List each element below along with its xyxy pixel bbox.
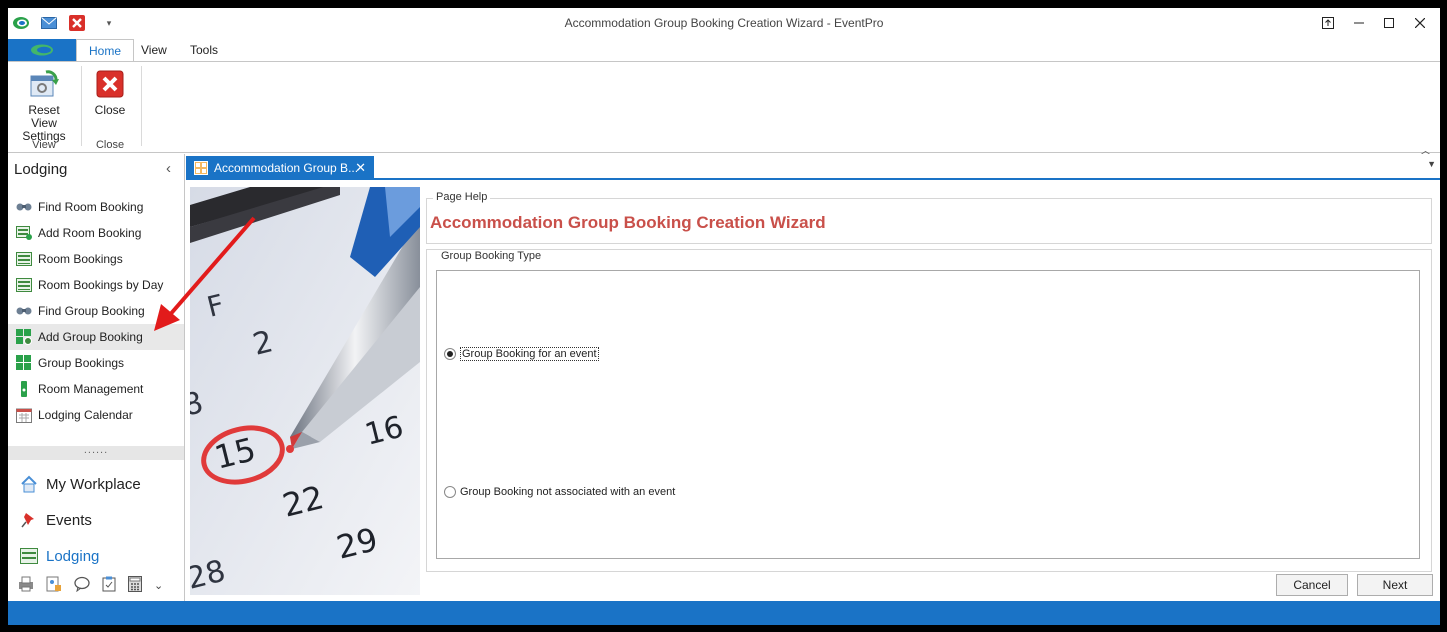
add-room-booking-icon [16, 225, 32, 241]
next-button[interactable]: Next [1357, 574, 1433, 596]
file-menu-button[interactable] [8, 39, 76, 61]
printer-icon[interactable] [18, 576, 34, 595]
sidebar-item-room-management[interactable]: Room Management [8, 376, 184, 402]
sidebar-item-add-room-booking[interactable]: Add Room Booking [8, 220, 184, 246]
sidebar-item-label: Find Room Booking [38, 200, 144, 214]
sidebar-item-label: Room Bookings by Day [38, 278, 164, 292]
module-label: Events [46, 511, 92, 529]
close-button-label: Close [94, 103, 126, 117]
app-window: ▾ Accommodation Group Booking Creation W… [8, 8, 1440, 625]
module-label: My Workplace [46, 475, 141, 493]
room-bookings-day-icon [16, 277, 32, 293]
file-menu-logo-icon [31, 44, 53, 56]
binoculars-icon [16, 199, 32, 215]
tab-home[interactable]: Home [76, 39, 135, 62]
window-title: Accommodation Group Booking Creation Wiz… [564, 16, 884, 30]
options-panel [436, 270, 1420, 559]
radio-group-booking-no-event[interactable]: Group Booking not associated with an eve… [444, 486, 675, 498]
module-lodging[interactable]: Lodging [8, 538, 184, 574]
chat-icon[interactable] [74, 576, 90, 595]
lodging-icon [18, 545, 40, 567]
room-bookings-icon [16, 251, 32, 267]
sidebar-item-label: Add Room Booking [38, 226, 142, 240]
sidebar-item-label: Add Group Booking [38, 330, 143, 344]
binoculars-icon [16, 303, 32, 319]
reset-view-icon [14, 68, 74, 100]
calendar-icon [16, 407, 32, 423]
sidebar-item-label: Room Bookings [38, 252, 123, 266]
restore-ribbon-icon[interactable] [1313, 12, 1343, 34]
module-label: Lodging [46, 547, 100, 565]
radio-group-booking-for-event[interactable]: Group Booking for an event [444, 347, 599, 361]
radio-button-checked[interactable] [444, 348, 456, 360]
page-help-legend: Page Help [433, 191, 491, 203]
more-modules-chevron-icon[interactable]: ⌄ [154, 579, 163, 592]
page-title: Accommodation Group Booking Creation Wiz… [430, 213, 826, 232]
ribbon-group-close-label: Close [95, 139, 125, 151]
ribbon-tab-strip: Home View Tools [8, 39, 1440, 62]
clipboard-icon[interactable] [102, 576, 116, 595]
reset-view-settings-button[interactable]: Reset View Settings [14, 68, 74, 143]
close-window-icon[interactable] [1405, 12, 1435, 34]
sidebar-item-add-group-booking[interactable]: Add Group Booking [8, 324, 184, 350]
sidebar-splitter-grip[interactable]: ...... [8, 445, 184, 460]
sidebar-item-label: Lodging Calendar [38, 408, 133, 422]
sidebar-item-find-room-booking[interactable]: Find Room Booking [8, 194, 184, 220]
sidebar-item-room-bookings[interactable]: Room Bookings [8, 246, 184, 272]
pin-icon [18, 509, 40, 531]
navigation-sidebar: Lodging ‹ Find Room Booking Add Room Boo… [8, 154, 185, 601]
tab-tools[interactable]: Tools [178, 39, 230, 61]
calculator-icon[interactable] [128, 575, 142, 595]
radio-button-unchecked[interactable] [444, 486, 456, 498]
module-shortcut-bar: ⌄ [18, 574, 184, 596]
group-bookings-icon [16, 355, 32, 371]
room-management-icon [16, 381, 32, 397]
close-red-icon [88, 68, 132, 100]
ribbon: Reset View Settings View Close Close ︿ [8, 61, 1440, 157]
home-icon [18, 473, 40, 495]
close-button[interactable]: Close [88, 68, 132, 117]
close-tab-icon[interactable]: ✕ [355, 160, 366, 176]
maximize-icon[interactable] [1374, 12, 1404, 34]
sidebar-item-find-group-booking[interactable]: Find Group Booking [8, 298, 184, 324]
ribbon-separator [81, 66, 82, 146]
sidebar-header: Lodging [14, 161, 68, 178]
tab-list-dropdown-icon[interactable]: ▼ [1427, 159, 1436, 169]
sidebar-item-lodging-calendar[interactable]: Lodging Calendar [8, 402, 184, 428]
wizard-tab-icon [194, 161, 208, 175]
calendar-pen-photo: F 2 8 15 16 22 29 28 [190, 187, 420, 595]
add-group-booking-icon [16, 329, 32, 345]
module-my-workplace[interactable]: My Workplace [8, 466, 184, 502]
sidebar-item-label: Group Bookings [38, 356, 125, 370]
contacts-icon[interactable] [46, 576, 62, 595]
minimize-icon[interactable] [1344, 12, 1374, 34]
module-events[interactable]: Events [8, 502, 184, 538]
wizard-content: F 2 8 15 16 22 29 28 Page Help Accommoda… [186, 180, 1440, 601]
sidebar-item-group-bookings[interactable]: Group Bookings [8, 350, 184, 376]
sidebar-item-label: Find Group Booking [38, 304, 145, 318]
radio-label: Group Booking for an event [460, 347, 599, 361]
ribbon-group-view-label: View [32, 139, 56, 151]
tab-view[interactable]: View [129, 39, 179, 61]
title-bar: ▾ Accommodation Group Booking Creation W… [8, 8, 1440, 39]
document-tab-label: Accommodation Group B... [214, 161, 359, 175]
document-tab[interactable]: Accommodation Group B... ✕ [186, 156, 374, 180]
status-bar [8, 601, 1440, 625]
ribbon-separator [141, 66, 142, 146]
collapse-sidebar-icon[interactable]: ‹ [166, 160, 171, 177]
sidebar-item-room-bookings-by-day[interactable]: Room Bookings by Day [8, 272, 184, 298]
radio-label: Group Booking not associated with an eve… [460, 486, 676, 498]
document-tab-bar: Accommodation Group B... ✕ ▼ [186, 154, 1440, 180]
group-booking-type-legend: Group Booking Type [438, 250, 545, 262]
sidebar-item-label: Room Management [38, 382, 144, 396]
reset-view-label-line1: Reset View [28, 103, 60, 130]
cancel-button[interactable]: Cancel [1276, 574, 1348, 596]
